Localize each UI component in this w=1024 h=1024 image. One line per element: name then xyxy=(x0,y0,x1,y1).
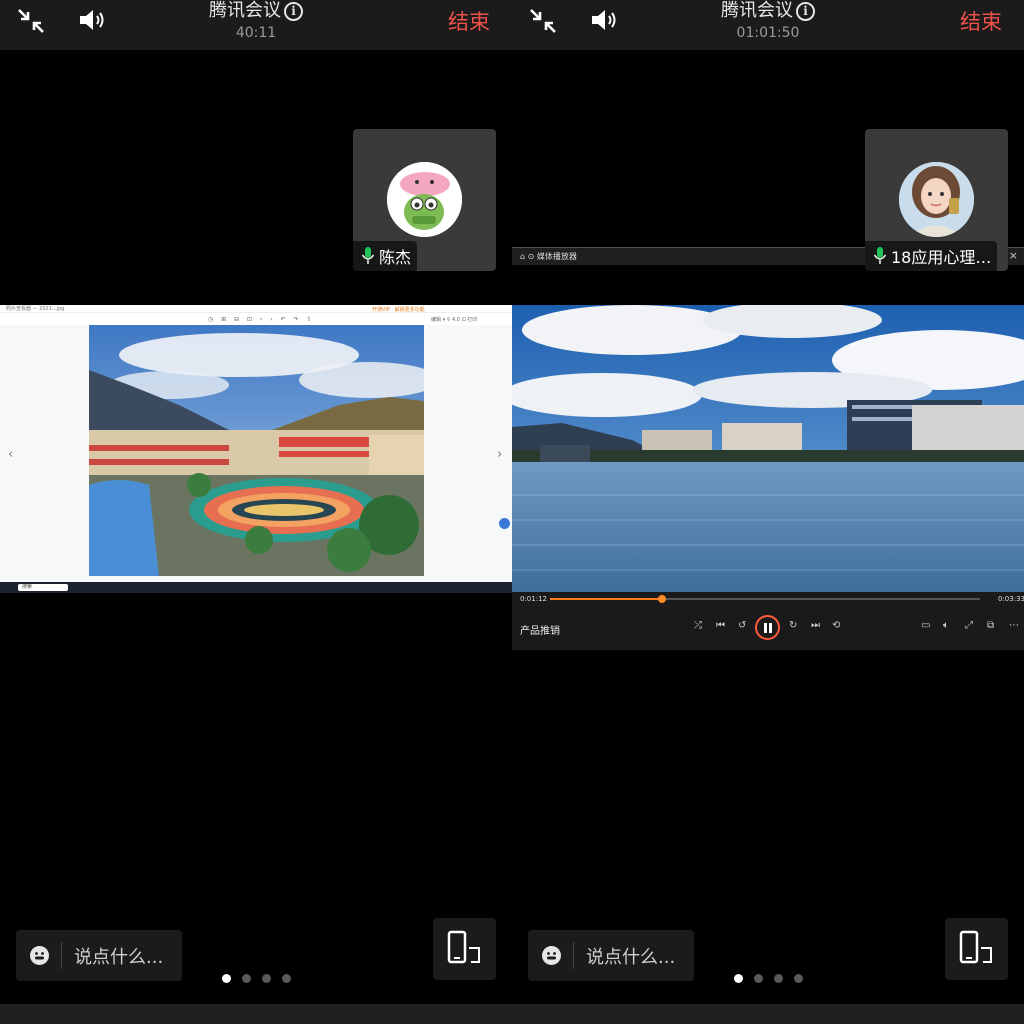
page-dot[interactable] xyxy=(774,974,783,983)
info-icon[interactable]: i xyxy=(796,2,815,21)
rotate-phone-icon xyxy=(447,930,480,964)
meeting-screen-right: 腾讯会议 i 01:01:50 结束 ⌂ ⊙ 媒体播放器 × 18应用心理… 0… xyxy=(512,0,1024,1024)
page-indicator xyxy=(734,974,803,983)
elapsed-time: 0:01:12 xyxy=(520,595,547,603)
taskbar-search[interactable]: 搜索 xyxy=(18,584,68,591)
seek-bar[interactable] xyxy=(550,595,980,603)
divider xyxy=(573,942,574,969)
rotate-phone-icon xyxy=(959,930,992,964)
top-bar: 腾讯会议 i 01:01:50 结束 xyxy=(512,0,1024,50)
avatar xyxy=(899,162,974,237)
shrink-arrows-icon[interactable] xyxy=(16,7,46,35)
forward-icon[interactable]: ↻ xyxy=(789,620,797,631)
participant-name: 18应用心理… xyxy=(891,248,992,267)
meeting-title-text: 腾讯会议 xyxy=(721,0,793,21)
top-bar: 腾讯会议 i 40:11 结束 xyxy=(0,0,512,50)
rotate-phone-button[interactable] xyxy=(433,918,496,980)
seek-fill xyxy=(550,598,662,600)
meeting-screen-left: 腾讯会议 i 40:11 结束 陈杰 照片查看器 — 2021...jpg 开通… xyxy=(0,0,512,1024)
cartoon-avatar-image xyxy=(387,162,462,237)
end-meeting-button[interactable]: 结束 xyxy=(448,6,490,36)
close-icon[interactable]: × xyxy=(1009,249,1018,262)
shared-screen-photo-viewer[interactable]: 照片查看器 — 2021...jpg 开通VIP · 解锁更多功能 ◷ ⊞ ⊟ … xyxy=(0,305,512,593)
page-dot[interactable] xyxy=(262,974,271,983)
emoji-icon[interactable] xyxy=(542,946,561,965)
participant-label: 陈杰 xyxy=(353,241,418,271)
meeting-title-text: 腾讯会议 xyxy=(209,0,281,21)
mic-icon xyxy=(873,247,887,264)
viewer-right-tools[interactable]: 编辑 ▾ ⚲ 4.0 ⊡ 打印 xyxy=(431,316,477,323)
next-arrow-icon[interactable]: › xyxy=(497,447,502,462)
divider xyxy=(61,942,62,969)
previous-icon[interactable]: ⏮ xyxy=(716,620,725,631)
page-dot[interactable] xyxy=(754,974,763,983)
fullscreen-icon[interactable]: ⤢ xyxy=(965,620,973,631)
photo-viewer-filename: 照片查看器 — 2021...jpg xyxy=(6,306,65,312)
prev-arrow-icon[interactable]: ‹ xyxy=(8,447,13,462)
page-dot[interactable] xyxy=(794,974,803,983)
mic-icon xyxy=(361,247,375,264)
shuffle-icon[interactable]: ⤮ xyxy=(694,620,702,631)
portrait-avatar-image xyxy=(899,162,974,237)
page-dot[interactable] xyxy=(282,974,291,983)
school-courtyard-photo xyxy=(89,325,424,576)
media-player-title-text: 媒体播放器 xyxy=(536,252,577,261)
participant-tile[interactable]: 陈杰 xyxy=(353,129,496,271)
meeting-title[interactable]: 腾讯会议 i xyxy=(170,0,342,22)
windows-taskbar: 搜索 xyxy=(0,582,512,593)
chat-input[interactable]: 说点什么... xyxy=(528,930,694,981)
shrink-arrows-icon[interactable] xyxy=(528,7,558,35)
page-dot[interactable] xyxy=(222,974,231,983)
meeting-timer: 01:01:50 xyxy=(736,25,800,41)
media-controls: 0:01:12 0:03:33 产品推销 ⤮ ⏮ ↺ ↻ ⏭ ⟲ ▭ 🔈︎ ⤢ … xyxy=(512,592,1024,650)
participant-label: 18应用心理… xyxy=(865,241,998,271)
speaker-icon[interactable] xyxy=(590,7,622,33)
photo-viewer-canvas: ‹ › xyxy=(0,325,512,582)
chat-placeholder: 说点什么... xyxy=(74,946,164,968)
chat-input[interactable]: 说点什么... xyxy=(16,930,182,981)
participant-tile[interactable]: 18应用心理… xyxy=(865,129,1008,271)
speaker-icon[interactable] xyxy=(78,7,110,33)
chat-placeholder: 说点什么... xyxy=(586,946,676,968)
meeting-timer: 40:11 xyxy=(235,25,277,41)
meeting-title[interactable]: 腾讯会议 i xyxy=(682,0,854,22)
rewind-icon[interactable]: ↺ xyxy=(738,620,746,631)
emoji-icon[interactable] xyxy=(30,946,49,965)
info-icon[interactable]: i xyxy=(284,2,303,21)
total-time: 0:03:33 xyxy=(998,595,1024,603)
bottom-toolbar xyxy=(512,1004,1024,1024)
page-indicator xyxy=(222,974,291,983)
shared-screen-video[interactable] xyxy=(512,305,1024,593)
rotate-phone-button[interactable] xyxy=(945,918,1008,980)
photo-viewer-titlebar: 照片查看器 — 2021...jpg 开通VIP · 解锁更多功能 xyxy=(0,305,512,313)
participant-name: 陈杰 xyxy=(379,248,412,267)
lake-campus-video-frame xyxy=(512,305,1024,593)
avatar xyxy=(387,162,462,237)
end-meeting-button[interactable]: 结束 xyxy=(960,6,1002,36)
pause-button[interactable] xyxy=(755,615,780,640)
track-name: 产品推销 xyxy=(520,626,560,637)
next-icon[interactable]: ⏭ xyxy=(811,620,820,631)
viewer-tool-icons[interactable]: ◷ ⊞ ⊟ ⊡ ‹ › ↶ ↷ ⇧ xyxy=(208,316,314,323)
page-dot[interactable] xyxy=(242,974,251,983)
page-dot[interactable] xyxy=(734,974,743,983)
volume-icon[interactable]: 🔈︎ xyxy=(943,620,949,631)
photo-viewer-toolbar: ◷ ⊞ ⊟ ⊡ ‹ › ↶ ↷ ⇧ 编辑 ▾ ⚲ 4.0 ⊡ 打印 xyxy=(0,313,512,325)
repeat-icon[interactable]: ⟲ xyxy=(832,620,840,631)
media-player-app-title: ⌂ ⊙ 媒体播放器 xyxy=(520,252,577,261)
miniplayer-icon[interactable]: ⧉ xyxy=(987,620,994,631)
more-icon[interactable]: ⋯ xyxy=(1009,620,1019,631)
bottom-toolbar xyxy=(0,1004,512,1024)
seek-handle[interactable] xyxy=(657,595,666,603)
assistant-badge-icon[interactable] xyxy=(499,518,510,529)
subtitle-icon[interactable]: ▭ xyxy=(921,620,930,631)
